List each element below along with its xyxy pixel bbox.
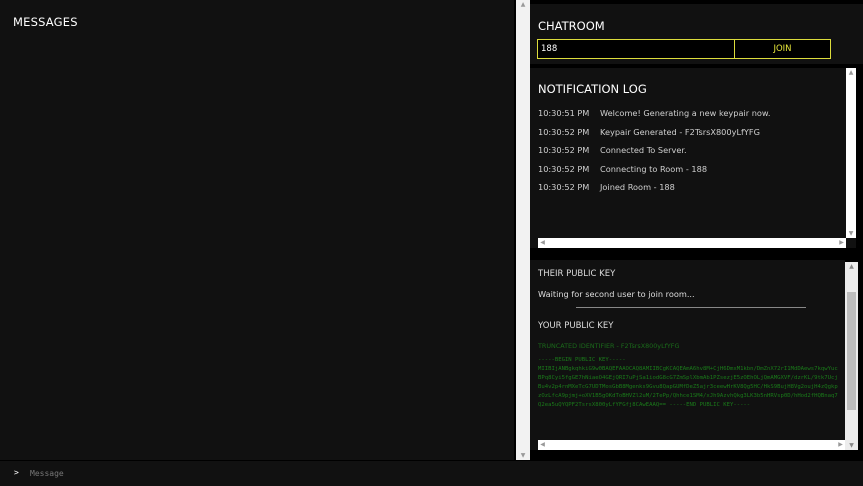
scroll-down-arrow-icon[interactable]: ▼: [516, 451, 530, 460]
scroll-up-arrow-icon[interactable]: ▲: [845, 262, 858, 271]
notification-horizontal-scrollbar[interactable]: ◀ ▶: [538, 238, 846, 248]
message-input-bar: >: [0, 461, 863, 486]
notification-text: Keypair Generated - F2TsrsX800yLfYFG: [600, 126, 760, 137]
scroll-up-arrow-icon[interactable]: ▲: [516, 0, 530, 9]
keys-vertical-scrollbar[interactable]: ▲ ▼: [845, 262, 858, 450]
chatroom-panel: CHATROOM JOIN: [530, 4, 863, 64]
truncated-identifier: TRUNCATED IDENTIFIER - F2TsrsX800yLfYFG: [538, 342, 680, 350]
notification-time: 10:30:51 PM: [538, 108, 590, 119]
chatroom-title: CHATROOM: [538, 19, 605, 33]
scroll-down-arrow-icon[interactable]: ▼: [846, 229, 856, 238]
scrollbar-thumb[interactable]: [847, 292, 856, 410]
scroll-right-arrow-icon[interactable]: ▶: [837, 238, 846, 248]
messages-title: MESSAGES: [13, 15, 78, 29]
notification-time: 10:30:52 PM: [538, 182, 590, 193]
notification-vertical-scrollbar[interactable]: ▲ ▼: [846, 68, 856, 238]
scroll-left-arrow-icon[interactable]: ◀: [538, 440, 547, 450]
notification-log-panel: NOTIFICATION LOG 10:30:51 PM Welcome! Ge…: [530, 68, 856, 248]
notification-text: Connected To Server.: [600, 145, 687, 156]
join-button[interactable]: JOIN: [734, 39, 831, 59]
notification-time: 10:30:52 PM: [538, 145, 590, 156]
message-input[interactable]: [30, 464, 850, 483]
notification-list: 10:30:51 PM Welcome! Generating a new ke…: [538, 104, 838, 197]
scroll-up-arrow-icon[interactable]: ▲: [846, 68, 856, 77]
notification-entry: 10:30:51 PM Welcome! Generating a new ke…: [538, 104, 838, 123]
scroll-left-arrow-icon[interactable]: ◀: [538, 238, 547, 248]
notification-entry: 10:30:52 PM Connected To Server.: [538, 141, 838, 160]
right-column: CHATROOM JOIN NOTIFICATION LOG 10:30:51 …: [530, 0, 863, 460]
public-key-text: -----BEGIN PUBLIC KEY----- MIIBIjANBgkqh…: [538, 357, 838, 408]
prompt-icon: >: [14, 468, 19, 477]
notification-time: 10:30:52 PM: [538, 163, 590, 174]
notification-entry: 10:30:52 PM Keypair Generated - F2TsrsX8…: [538, 123, 838, 142]
their-public-key-title: THEIR PUBLIC KEY: [538, 269, 616, 279]
scroll-down-arrow-icon[interactable]: ▼: [845, 441, 858, 450]
notification-text: Connecting to Room - 188: [600, 163, 708, 174]
notification-entry: 10:30:52 PM Joined Room - 188: [538, 178, 838, 197]
messages-scrollbar[interactable]: ▲ ▼: [516, 0, 530, 460]
divider: [576, 307, 806, 308]
notification-log-title: NOTIFICATION LOG: [538, 82, 647, 96]
keys-horizontal-scrollbar[interactable]: ◀ ▶: [538, 440, 845, 450]
room-input[interactable]: [537, 39, 735, 59]
notification-text: Welcome! Generating a new keypair now.: [600, 108, 771, 119]
notification-time: 10:30:52 PM: [538, 126, 590, 137]
waiting-status-text: Waiting for second user to join room...: [538, 289, 695, 299]
notification-entry: 10:30:52 PM Connecting to Room - 188: [538, 160, 838, 179]
your-public-key-title: YOUR PUBLIC KEY: [538, 321, 614, 331]
scroll-right-arrow-icon[interactable]: ▶: [836, 440, 845, 450]
notification-text: Joined Room - 188: [600, 182, 675, 193]
messages-panel: MESSAGES: [0, 0, 514, 460]
keys-panel: THEIR PUBLIC KEY Waiting for second user…: [530, 260, 845, 450]
